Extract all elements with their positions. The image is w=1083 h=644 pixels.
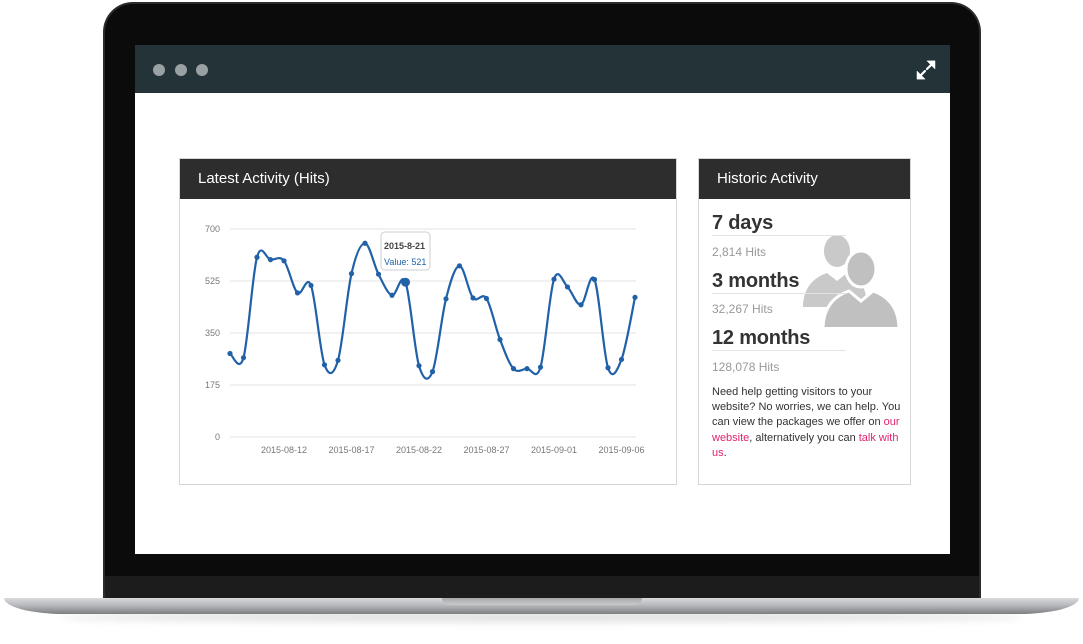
data-point[interactable] bbox=[254, 254, 260, 260]
data-point[interactable] bbox=[348, 270, 355, 277]
data-point[interactable] bbox=[578, 302, 584, 308]
data-point[interactable] bbox=[308, 282, 314, 289]
x-tick-label: 2015-09-06 bbox=[598, 445, 644, 455]
y-tick-label: 350 bbox=[205, 328, 220, 338]
latest-activity-title: Latest Activity (Hits) bbox=[180, 159, 676, 199]
stat-12-months-label: 12 months bbox=[712, 327, 811, 349]
y-tick-label: 525 bbox=[205, 276, 220, 286]
data-point[interactable] bbox=[281, 258, 287, 264]
series-line bbox=[229, 242, 637, 380]
x-tick-label: 2015-08-27 bbox=[463, 445, 509, 455]
stat-3-months-hits: 32,267 Hits bbox=[712, 302, 773, 316]
hits-line-chart: 0175350525700 2015-08-12 2015-08-17 2015-0… bbox=[205, 224, 645, 455]
stat-3-months: 3 months bbox=[712, 269, 846, 294]
data-point[interactable] bbox=[591, 276, 598, 283]
data-point[interactable] bbox=[321, 362, 328, 368]
data-point[interactable] bbox=[240, 355, 247, 361]
tooltip-value: Value: 521 bbox=[384, 257, 426, 267]
chart-grid bbox=[230, 228, 636, 438]
screen: Latest Activity (Hits) 0 175 350 525 700 201… bbox=[135, 45, 950, 554]
data-point[interactable] bbox=[416, 363, 422, 369]
window-dot-1[interactable] bbox=[153, 64, 165, 76]
x-tick-label: 2015-09-01 bbox=[531, 445, 577, 455]
data-point[interactable] bbox=[267, 257, 274, 263]
data-point-highlighted[interactable] bbox=[401, 277, 410, 287]
data-point[interactable] bbox=[375, 271, 382, 277]
stat-7-days-label: 7 days bbox=[712, 212, 774, 234]
y-tick-label: 700 bbox=[205, 224, 220, 234]
data-point[interactable] bbox=[456, 263, 463, 269]
data-point[interactable] bbox=[510, 366, 517, 372]
stat-3-months-label: 3 months bbox=[712, 270, 800, 292]
window-titlebar bbox=[135, 45, 950, 93]
y-axis: 0 175 350 525 700 bbox=[205, 224, 220, 442]
latest-activity-panel: Latest Activity (Hits) 0 175 350 525 700 201… bbox=[179, 158, 677, 485]
series-points bbox=[227, 240, 638, 375]
y-tick-label: 175 bbox=[205, 380, 220, 390]
laptop-bezel-chin bbox=[105, 576, 979, 600]
data-point[interactable] bbox=[483, 295, 490, 302]
data-point[interactable] bbox=[618, 356, 625, 363]
data-point[interactable] bbox=[524, 366, 530, 372]
data-point[interactable] bbox=[605, 365, 611, 371]
historic-activity-panel: Historic Activity 7 days 2,814 Hits 3 mo… bbox=[698, 158, 911, 485]
help-text-part-1: Need help getting visitors to your websi… bbox=[712, 386, 901, 429]
window-dot-2[interactable] bbox=[175, 64, 187, 76]
help-text: Need help getting visitors to your websi… bbox=[712, 385, 902, 461]
data-point[interactable] bbox=[537, 364, 544, 370]
data-point[interactable] bbox=[551, 276, 557, 282]
data-point[interactable] bbox=[335, 357, 341, 363]
data-point[interactable] bbox=[497, 336, 503, 343]
laptop-notch bbox=[442, 598, 642, 605]
stat-12-months-hits: 128,078 Hits bbox=[712, 360, 780, 374]
expand-arrows-icon[interactable] bbox=[916, 60, 936, 80]
help-text-part-2: , alternatively you can bbox=[749, 431, 859, 444]
x-tick-label: 2015-08-17 bbox=[328, 445, 374, 455]
data-point[interactable] bbox=[227, 350, 233, 357]
stat-7-days-hits: 2,814 Hits bbox=[712, 245, 767, 259]
x-tick-label: 2015-08-12 bbox=[261, 445, 307, 455]
data-point[interactable] bbox=[470, 295, 476, 301]
tooltip-date: 2015-8-21 bbox=[384, 241, 425, 251]
historic-activity-title: Historic Activity bbox=[699, 159, 910, 199]
y-tick-label: 0 bbox=[215, 432, 220, 442]
x-tick-label: 2015-08-22 bbox=[396, 445, 442, 455]
stat-12-months: 12 months bbox=[712, 326, 846, 351]
data-point[interactable] bbox=[632, 294, 638, 300]
window-dot-3[interactable] bbox=[196, 64, 208, 76]
help-text-part-3: . bbox=[723, 446, 727, 459]
x-axis: 2015-08-12 2015-08-17 2015-08-22 2015-08-27… bbox=[261, 445, 645, 455]
data-point[interactable] bbox=[294, 290, 301, 296]
data-point[interactable] bbox=[389, 292, 395, 298]
data-point[interactable] bbox=[429, 369, 436, 375]
data-point[interactable] bbox=[362, 240, 368, 246]
chart-tooltip: 2015-8-21 Value: 521 bbox=[380, 231, 431, 271]
data-point[interactable] bbox=[443, 296, 449, 302]
data-point[interactable] bbox=[564, 284, 571, 290]
stat-7-days: 7 days bbox=[712, 211, 846, 236]
